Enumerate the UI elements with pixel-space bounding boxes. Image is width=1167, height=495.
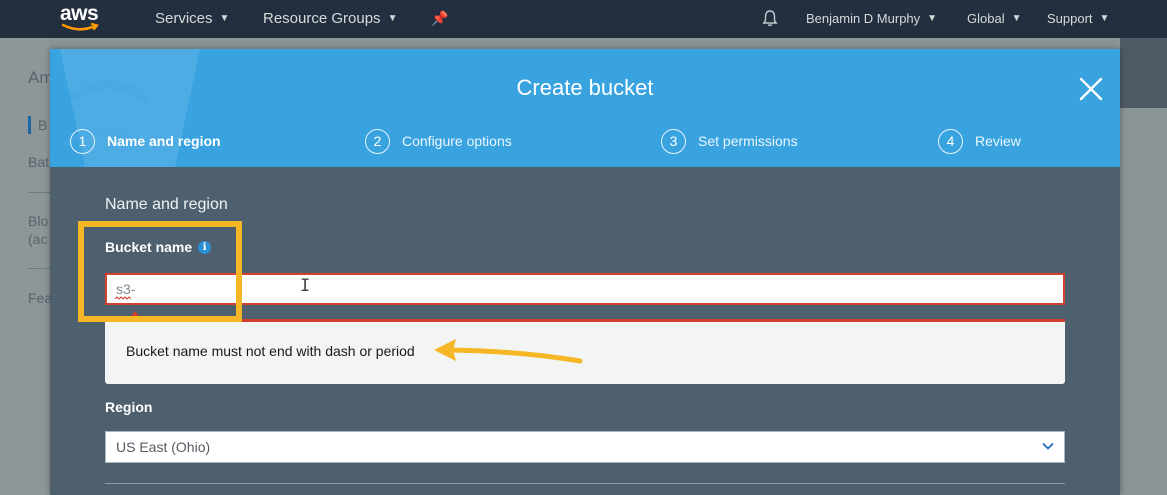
user-menu[interactable]: Benjamin D Murphy ▼ — [806, 11, 937, 26]
pin-icon[interactable]: 📌 — [431, 10, 448, 27]
modal-title: Create bucket — [516, 75, 654, 100]
step-name-and-region[interactable]: 1 Name and region — [70, 128, 221, 154]
user-label: Benjamin D Murphy — [806, 11, 921, 26]
step-review[interactable]: 4 Review — [938, 128, 1021, 154]
step-configure-options[interactable]: 2 Configure options — [365, 128, 512, 154]
background-active-marker — [28, 116, 31, 134]
services-menu[interactable]: Services ▼ — [155, 10, 229, 27]
step-label: Set permissions — [698, 133, 798, 149]
bucket-name-input[interactable] — [105, 273, 1065, 305]
chevron-down-icon: ▼ — [927, 13, 938, 24]
step-number: 2 — [365, 128, 390, 154]
error-message: Bucket name must not end with dash or pe… — [126, 343, 415, 359]
annotation-highlight-box — [78, 221, 242, 322]
background-nav-fragment: (ac — [28, 231, 48, 247]
text-cursor-icon: I — [300, 276, 311, 296]
validation-error-box: Bucket name must not end with dash or pe… — [105, 319, 1065, 384]
modal-header: Create bucket 1 Name and region 2 Config… — [50, 49, 1120, 167]
background-sidebar — [0, 38, 50, 495]
support-label: Support — [1047, 11, 1093, 26]
chevron-down-icon: ▼ — [1099, 13, 1110, 24]
step-number: 1 — [70, 128, 95, 154]
close-icon — [1079, 77, 1103, 101]
step-label: Review — [975, 133, 1021, 149]
background-banner — [1120, 38, 1167, 108]
step-number: 4 — [938, 128, 963, 154]
resource-groups-menu[interactable]: Resource Groups ▼ — [263, 10, 397, 27]
step-number: 3 — [661, 128, 686, 154]
chevron-down-icon: ▼ — [219, 13, 230, 24]
support-menu[interactable]: Support ▼ — [1047, 11, 1109, 26]
section-divider — [105, 483, 1065, 484]
background-divider — [28, 268, 50, 269]
background-nav-fragment: Bat — [28, 154, 50, 170]
services-label: Services — [155, 10, 213, 27]
chevron-down-icon: ▼ — [1011, 13, 1022, 24]
aws-top-nav: aws Services ▼ Resource Groups ▼ 📌 Benjami… — [0, 0, 1167, 38]
bell-icon[interactable] — [762, 9, 778, 32]
region-label: Global — [967, 11, 1005, 26]
background-nav-fragment: B — [38, 117, 48, 133]
chevron-down-icon: ▼ — [387, 13, 398, 24]
region-field-label: Region — [105, 399, 153, 415]
region-select[interactable]: US East (Ohio) — [105, 431, 1065, 463]
aws-logo[interactable]: aws — [60, 2, 104, 34]
step-label: Configure options — [402, 133, 512, 149]
step-set-permissions[interactable]: 3 Set permissions — [661, 128, 798, 154]
section-title: Name and region — [105, 196, 228, 213]
background-nav-fragment: Blo — [28, 213, 49, 229]
resource-groups-label: Resource Groups — [263, 10, 381, 27]
arrow-annotation-icon — [434, 339, 583, 364]
background-nav-fragment: Fea — [28, 290, 53, 306]
chevron-down-icon — [1042, 442, 1054, 450]
aws-smile-icon — [62, 23, 99, 31]
background-divider — [28, 192, 50, 193]
region-selected-value: US East (Ohio) — [116, 439, 211, 455]
region-menu[interactable]: Global ▼ — [967, 11, 1021, 26]
close-button[interactable] — [1078, 76, 1104, 102]
step-label: Name and region — [107, 133, 221, 149]
